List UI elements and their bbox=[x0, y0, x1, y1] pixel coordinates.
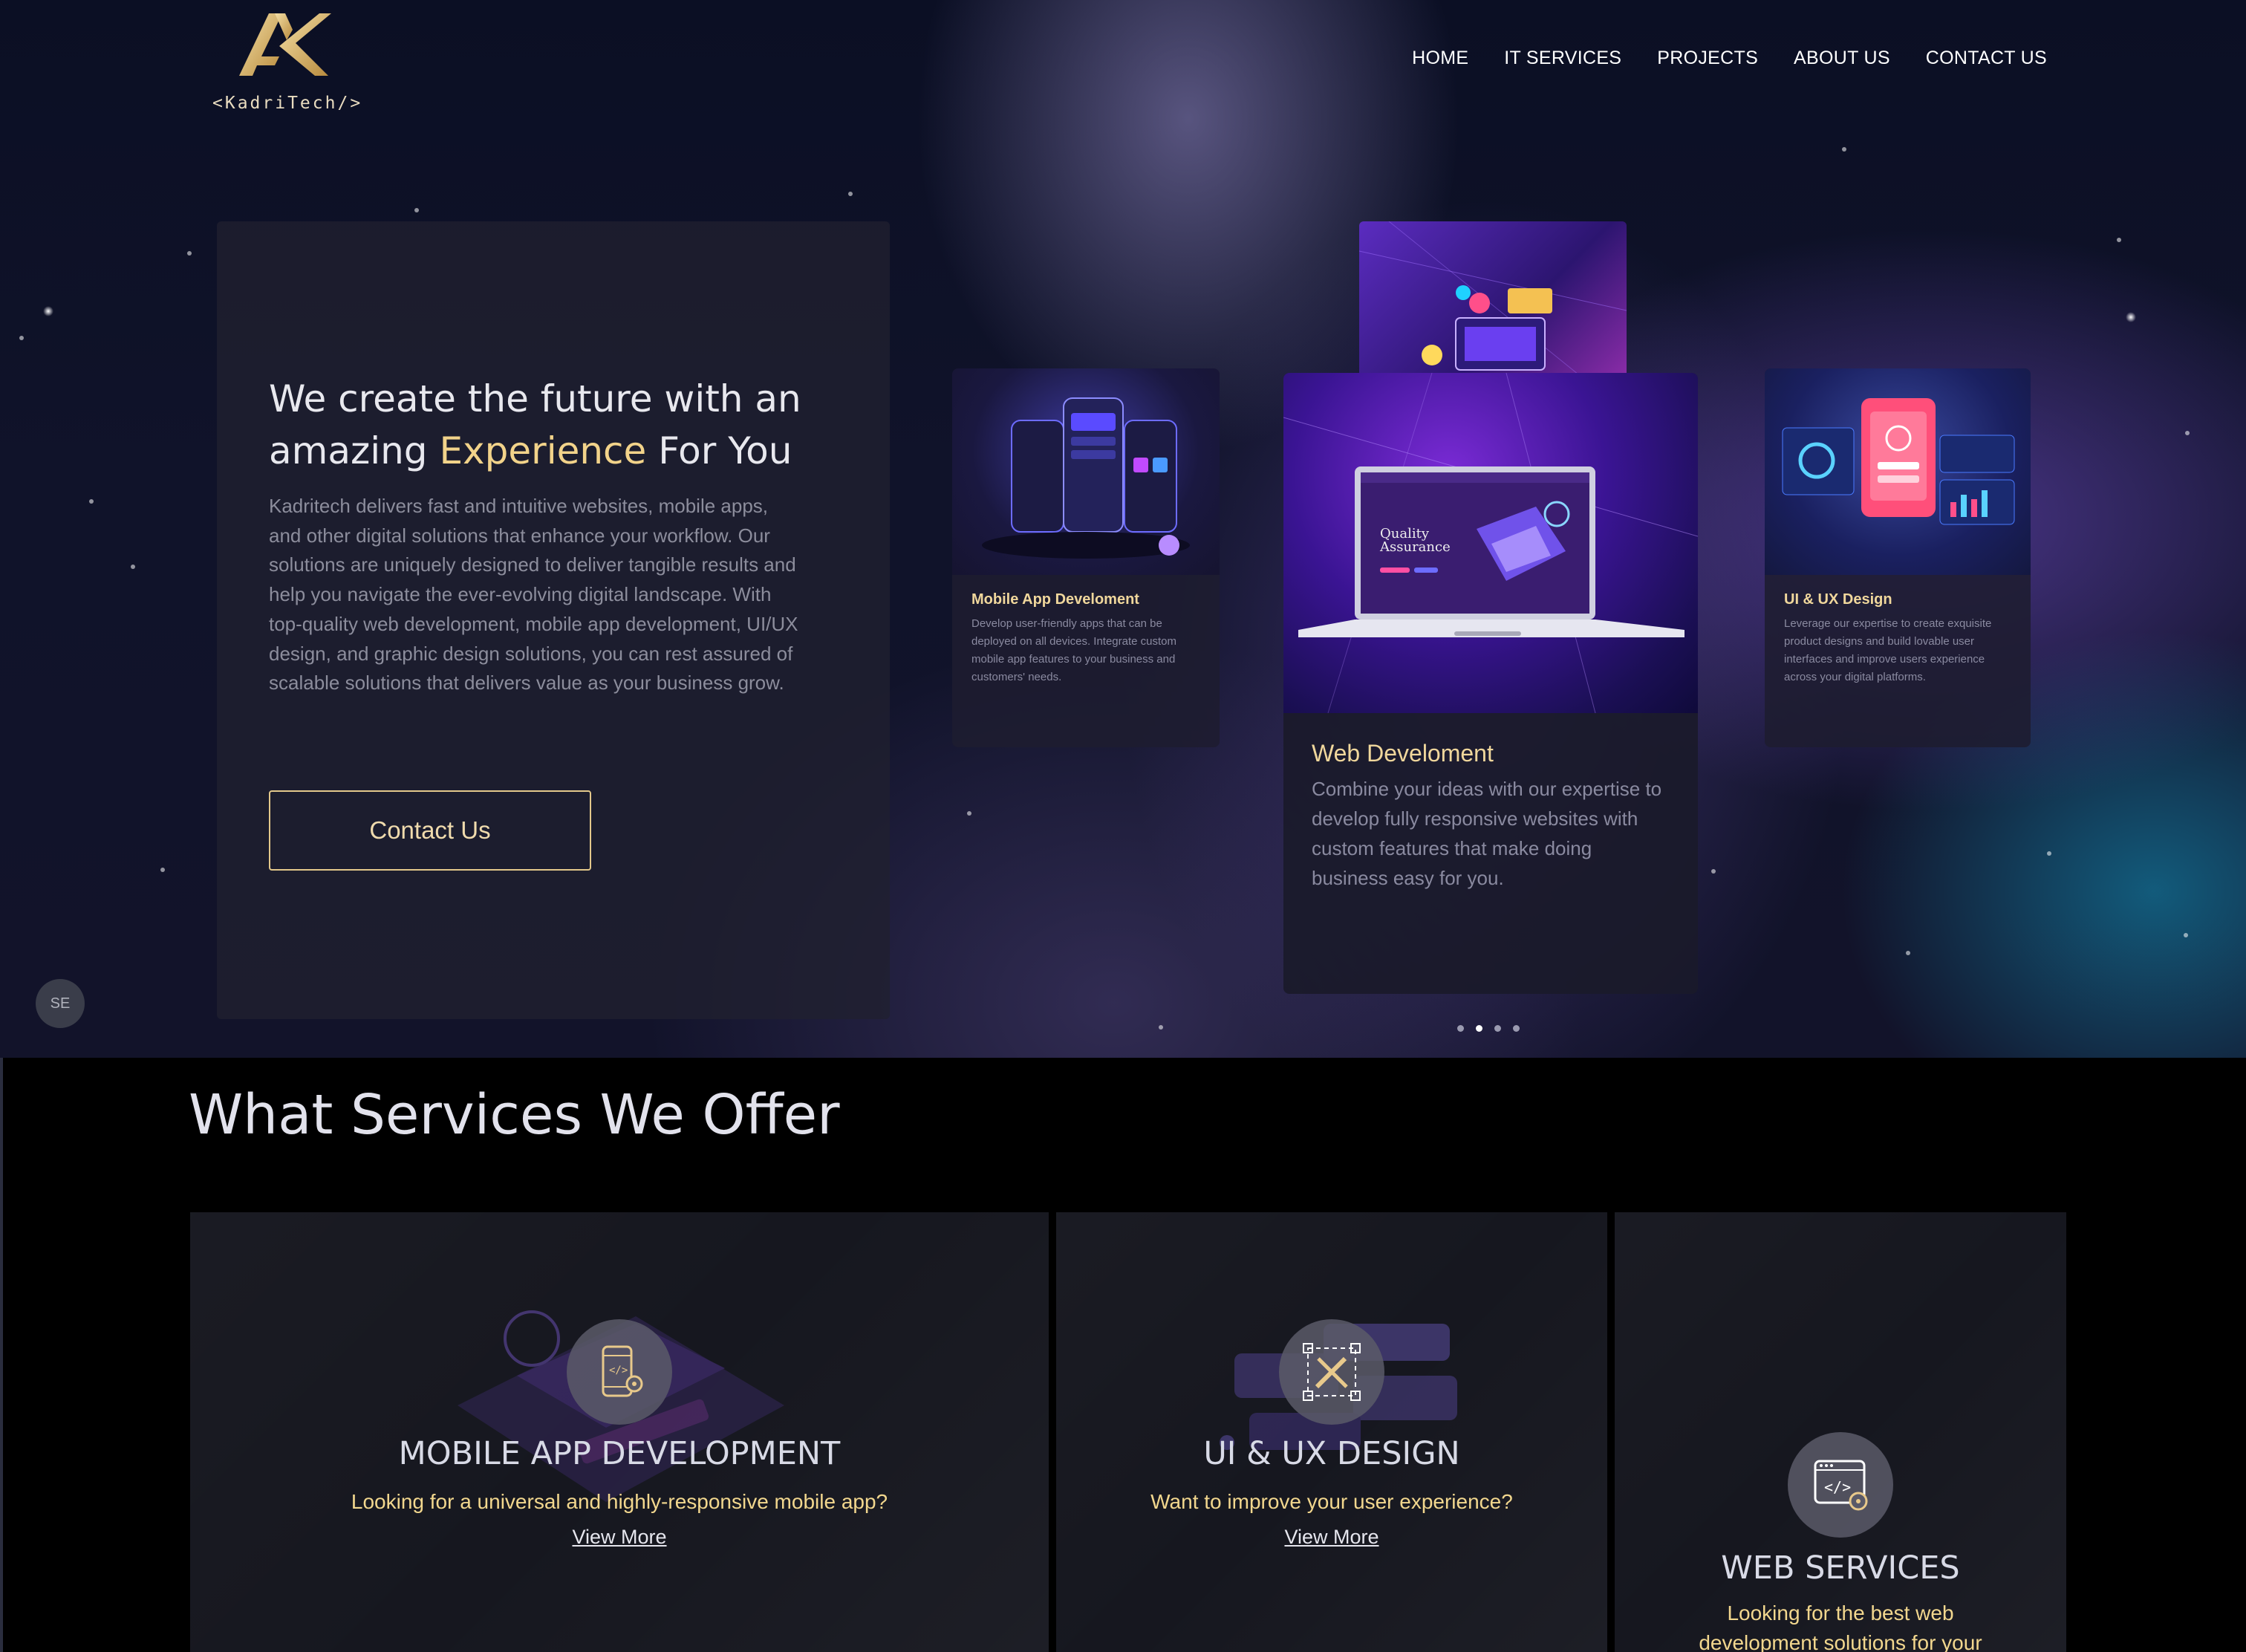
carousel-dot-active[interactable] bbox=[1476, 1025, 1482, 1032]
contact-us-button[interactable]: Contact Us bbox=[269, 790, 591, 871]
carousel-card-mobile-app[interactable]: Mobile App Develoment Develop user-frien… bbox=[952, 368, 1220, 747]
kadritech-logo-icon bbox=[239, 13, 331, 76]
mobile-app-illustration bbox=[952, 368, 1220, 575]
star-decoration bbox=[2184, 933, 2188, 937]
star-decoration bbox=[1906, 951, 1910, 955]
design-tools-icon bbox=[1303, 1343, 1361, 1401]
service-icon-wrapper bbox=[1279, 1319, 1384, 1425]
svg-text:</>: </> bbox=[609, 1365, 628, 1376]
carousel-card-back[interactable] bbox=[1359, 221, 1627, 377]
graphic-design-illustration-icon bbox=[1359, 221, 1627, 377]
floating-widget-button[interactable]: SE bbox=[36, 979, 85, 1028]
star-decoration bbox=[848, 192, 853, 196]
service-card-mobile-app[interactable]: </> MOBILE APP DEVELOPMENT Looking for a… bbox=[190, 1212, 1049, 1652]
laptop-illustration-icon: Quality Assurance bbox=[1283, 373, 1698, 714]
service-name: UI & UX DESIGN bbox=[1203, 1435, 1460, 1472]
carousel-dot[interactable] bbox=[1494, 1025, 1501, 1032]
service-tagline: Looking for the best web development sol… bbox=[1699, 1601, 1982, 1652]
hero-title-suffix: For You bbox=[646, 429, 792, 472]
star-decoration bbox=[967, 811, 971, 816]
star-decoration bbox=[1842, 147, 1846, 152]
nav-projects[interactable]: PROJECTS bbox=[1657, 48, 1758, 69]
laptop-screen-text-2: Assurance bbox=[1379, 539, 1451, 555]
nav-contact-us[interactable]: CONTACT US bbox=[1926, 48, 2047, 69]
star-decoration bbox=[1159, 1025, 1163, 1030]
ui-dashboard-illustration-icon bbox=[1782, 398, 2015, 525]
hero-description: Kadritech delivers fast and intuitive we… bbox=[269, 495, 798, 695]
service-icon-wrapper: </> bbox=[1788, 1432, 1893, 1538]
carousel-dot[interactable] bbox=[1513, 1025, 1520, 1032]
service-card-ui-ux[interactable]: UI & UX DESIGN Want to improve your user… bbox=[1056, 1212, 1607, 1652]
service-card-web-services[interactable]: </> WEB SERVICES Looking for the best we… bbox=[1615, 1212, 2066, 1652]
star-decoration bbox=[160, 868, 165, 872]
view-more-link[interactable]: View More bbox=[1056, 1526, 1607, 1549]
carousel-card-web-development[interactable]: Quality Assurance Web Develoment Combine… bbox=[1283, 373, 1698, 994]
card-text: Combine your ideas with our expertise to… bbox=[1312, 778, 1662, 889]
star-decoration bbox=[131, 565, 135, 569]
ui-ux-illustration bbox=[1765, 368, 2031, 575]
carousel-card-ui-ux[interactable]: UI & UX Design Leverage our expertise to… bbox=[1765, 368, 2031, 747]
service-name: WEB SERVICES bbox=[1721, 1549, 1960, 1587]
hero-title-line1: We create the future with an bbox=[269, 377, 801, 420]
star-decoration bbox=[2047, 851, 2051, 856]
nav-home[interactable]: HOME bbox=[1412, 48, 1468, 69]
star-decoration bbox=[2185, 431, 2190, 435]
star-decoration bbox=[43, 306, 53, 316]
services-heading: What Services We Offer bbox=[189, 1083, 840, 1147]
service-tagline: Want to improve your user experience? bbox=[1150, 1490, 1513, 1513]
star-decoration bbox=[1711, 869, 1716, 874]
star-decoration bbox=[187, 251, 192, 256]
hero-title: We create the future with an amazing Exp… bbox=[269, 373, 833, 477]
star-decoration bbox=[414, 208, 419, 212]
logo[interactable]: <KadriTech/> bbox=[209, 10, 360, 113]
nav-about-us[interactable]: ABOUT US bbox=[1794, 48, 1890, 69]
hero-title-accent: Experience bbox=[439, 429, 647, 472]
svg-text:</>: </> bbox=[1824, 1478, 1851, 1496]
card-title: Mobile App Develoment bbox=[971, 591, 1139, 608]
logo-text: <KadriTech/> bbox=[212, 94, 363, 113]
card-title: UI & UX Design bbox=[1784, 591, 1892, 608]
star-decoration bbox=[2117, 238, 2121, 242]
hero-section: <KadriTech/> HOME IT SERVICES PROJECTS A… bbox=[0, 0, 2246, 1058]
star-decoration bbox=[89, 499, 94, 504]
hero-intro-card: We create the future with an amazing Exp… bbox=[217, 221, 890, 1019]
service-icon-wrapper: </> bbox=[567, 1319, 672, 1425]
carousel-dot[interactable] bbox=[1457, 1025, 1464, 1032]
card-text: Develop user-friendly apps that can be d… bbox=[971, 617, 1176, 683]
star-decoration bbox=[2126, 312, 2136, 322]
browser-code-icon: </> bbox=[1814, 1460, 1868, 1511]
star-decoration bbox=[19, 336, 24, 340]
card-title: Web Develoment bbox=[1312, 740, 1494, 767]
nav-it-services[interactable]: IT SERVICES bbox=[1504, 48, 1621, 69]
card-text: Leverage our expertise to create exquisi… bbox=[1784, 617, 1992, 683]
service-name: MOBILE APP DEVELOPMENT bbox=[398, 1435, 841, 1472]
phones-illustration-icon bbox=[982, 397, 1190, 559]
carousel-pagination bbox=[1457, 1025, 1520, 1032]
view-more-link[interactable]: View More bbox=[190, 1526, 1049, 1549]
web-development-illustration: Quality Assurance bbox=[1283, 373, 1698, 714]
hero-title-prefix: amazing bbox=[269, 429, 440, 472]
service-tagline: Looking for a universal and highly-respo… bbox=[351, 1490, 888, 1513]
main-nav: HOME IT SERVICES PROJECTS ABOUT US CONTA… bbox=[1412, 48, 2047, 69]
mobile-gear-icon: </> bbox=[602, 1345, 643, 1397]
